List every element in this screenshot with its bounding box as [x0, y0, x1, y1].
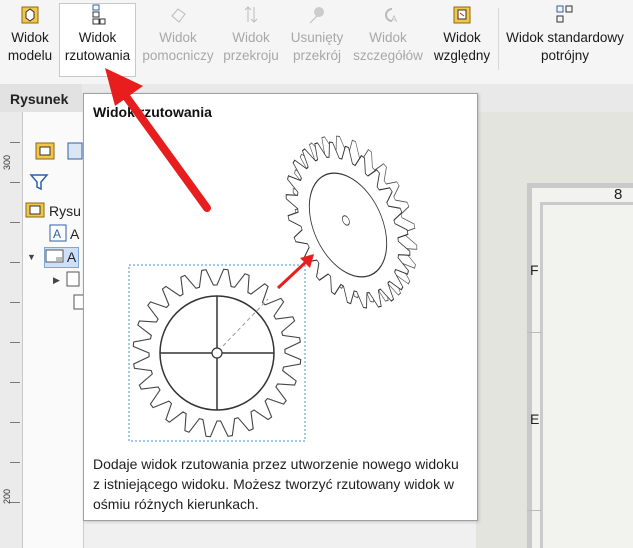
tab-rysunek[interactable]: Rysunek: [0, 84, 82, 112]
removed-section-label-1: Usunięty: [290, 30, 344, 45]
detail-view-button[interactable]: A Widok szczegółów: [352, 4, 424, 74]
removed-section-icon: [306, 4, 328, 26]
projection-arrow-icon: [276, 254, 314, 290]
filter-icon[interactable]: [29, 172, 49, 195]
projected-view-label-1: Widok: [78, 30, 117, 45]
section-view-label-2: przekroju: [223, 48, 279, 63]
expand-arrow-icon[interactable]: ▶: [53, 275, 60, 286]
tree-root-label: Rysu: [49, 203, 81, 219]
detail-view-label-1: Widok: [369, 30, 407, 45]
detail-view-icon: A: [377, 4, 399, 26]
property-manager-tab-icon[interactable]: [67, 142, 83, 163]
feature-manager-tab-icon[interactable]: [35, 142, 55, 163]
ruler-mark-200: 200: [2, 488, 12, 504]
collapse-arrow-icon[interactable]: ▼: [27, 252, 36, 262]
tooltip-description: Dodaje widok rzutowania przez utworzenie…: [93, 456, 459, 512]
section-view-icon: [240, 4, 262, 26]
sheet-icon: [45, 248, 65, 267]
svg-text:A: A: [53, 227, 61, 241]
feature-manager-tree: Rysu A A ▼ A ▶: [23, 112, 85, 548]
removed-section-label-2: przekrój: [292, 48, 341, 63]
tree-sheet-item[interactable]: ▼ A: [27, 246, 80, 268]
standard-3-view-button[interactable]: Widok standardowy potrójny: [502, 4, 628, 74]
section-view-button[interactable]: Widok przekroju: [220, 4, 282, 74]
zone-label-f: F: [530, 262, 539, 278]
model-view-button[interactable]: Widok modelu: [2, 4, 58, 74]
model-view-label-2: modelu: [7, 48, 53, 63]
relative-view-label-2: względny: [433, 48, 491, 63]
zone-divider: [527, 510, 541, 511]
projected-view-icon: [87, 4, 109, 26]
callout-arrow-icon: [105, 68, 211, 212]
vertical-ruler: 300 200: [0, 112, 23, 548]
auxiliary-view-label-1: Widok: [159, 30, 197, 45]
tree-root-item[interactable]: Rysu: [25, 201, 81, 221]
zone-label-e: E: [530, 411, 540, 427]
zone-label-top: 8: [614, 186, 623, 203]
zone-divider: [527, 332, 541, 333]
tree-item-2-label: A: [66, 249, 77, 265]
drawing-icon: [25, 201, 45, 222]
tree-annotations-item[interactable]: A A: [49, 224, 79, 244]
relative-view-icon: [451, 4, 473, 26]
auxiliary-view-icon: [167, 4, 189, 26]
detail-view-label-2: szczegółów: [353, 48, 423, 63]
annotation-icon: A: [49, 224, 67, 245]
model-view-icon: [19, 4, 41, 26]
tree-item-1-label: A: [70, 226, 80, 242]
model-view-label-1: Widok: [11, 30, 49, 45]
ribbon-separator: [498, 8, 499, 70]
removed-section-button[interactable]: Usunięty przekrój: [286, 4, 348, 74]
sheet-border: [540, 202, 633, 548]
standard-3-view-label-2: potrójny: [540, 48, 590, 63]
standard-3-view-icon: [554, 4, 576, 26]
relative-view-button[interactable]: Widok względny: [429, 4, 495, 74]
ruler-mark-300: 300: [2, 154, 12, 170]
relative-view-label-1: Widok: [443, 30, 481, 45]
section-view-label-1: Widok: [232, 30, 270, 45]
standard-3-view-label-1: Widok standardowy: [506, 30, 624, 45]
drawing-view-icon: [66, 271, 80, 290]
tree-view-item-1[interactable]: ▶: [53, 270, 80, 290]
svg-text:A: A: [391, 14, 397, 24]
